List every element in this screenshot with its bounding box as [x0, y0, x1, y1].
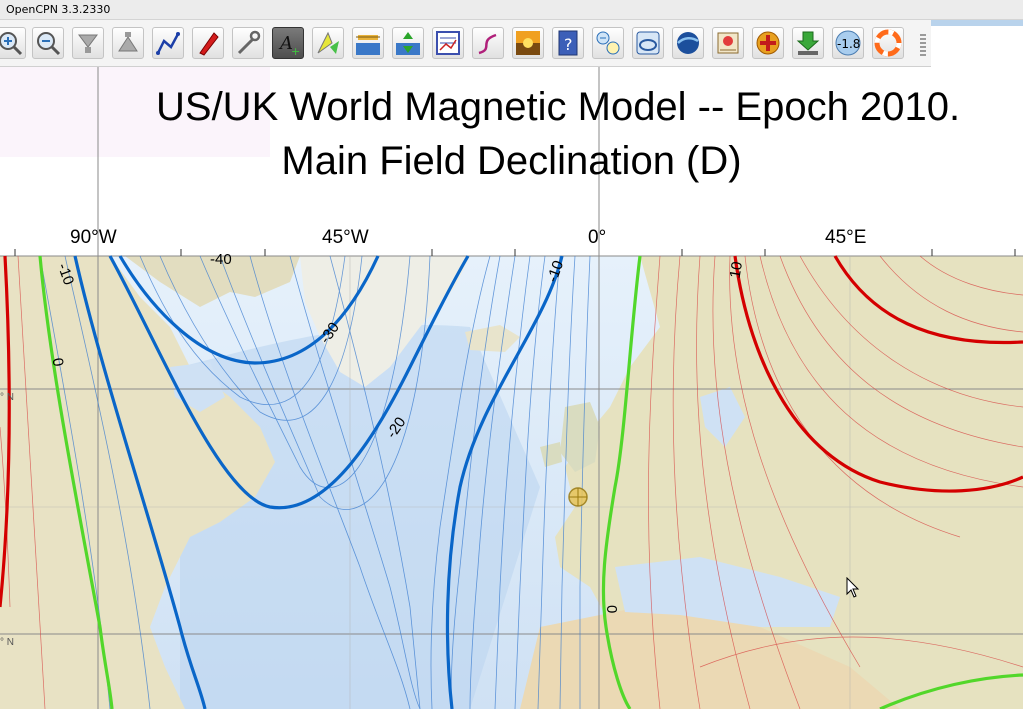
- contour-label-zero-east: 0: [603, 605, 620, 613]
- magnetic-variation-icon: -1.8: [835, 30, 861, 56]
- zoom-out-button[interactable]: [32, 27, 64, 59]
- scale-down-button[interactable]: [72, 27, 104, 59]
- contour-label-10: 10: [727, 260, 747, 279]
- ais-button[interactable]: [592, 27, 624, 59]
- zoom-in-button[interactable]: [0, 27, 26, 59]
- ship-button[interactable]: [192, 27, 224, 59]
- window-title: OpenCPN 3.3.2330: [6, 3, 111, 16]
- download-icon: [796, 31, 820, 55]
- map-title-line2: Main Field Declination (D): [281, 139, 742, 183]
- chart-catalog-button[interactable]: [632, 27, 664, 59]
- magnetic-variation-button[interactable]: -1.8: [832, 27, 864, 59]
- svg-text:?: ?: [564, 35, 573, 54]
- mob-target-icon: [756, 31, 780, 55]
- help-button[interactable]: ?: [552, 27, 584, 59]
- currents-button[interactable]: [392, 27, 424, 59]
- longitude-label-45e: 45°E: [825, 227, 867, 248]
- zoom-out-icon: [37, 32, 61, 56]
- scale-down-icon: [78, 34, 98, 53]
- current-button[interactable]: [312, 27, 344, 59]
- ship-icon: [199, 32, 219, 56]
- main-toolbar: A + ? -1.8: [0, 20, 931, 67]
- google-earth-icon: [677, 32, 699, 54]
- latitude-label-lower: ° N: [0, 637, 14, 648]
- settings-button[interactable]: [232, 27, 264, 59]
- currents-icon: [396, 32, 420, 55]
- download-button[interactable]: [792, 27, 824, 59]
- track-button[interactable]: [472, 27, 504, 59]
- logbook-button[interactable]: [712, 27, 744, 59]
- chart-canvas[interactable]: -40 -30 -20 -10 -10 0 0 10 ° N ° N US/UK…: [0, 67, 1023, 709]
- text-tool-button[interactable]: A +: [272, 27, 304, 59]
- toolbar-grip[interactable]: [920, 34, 926, 56]
- window-titlebar: OpenCPN 3.3.2330: [0, 0, 1023, 26]
- color-scheme-icon: [516, 31, 540, 55]
- zoom-in-icon: [0, 32, 23, 56]
- ais-icon: [596, 31, 620, 55]
- route-button[interactable]: [152, 27, 184, 59]
- chart-quilt-button[interactable]: [432, 27, 464, 59]
- scale-up-icon: [118, 32, 138, 52]
- contour-label-minus-40: -40: [210, 251, 232, 268]
- latitude-label-upper: ° N: [0, 392, 14, 403]
- route-icon: [156, 32, 180, 55]
- current-icon: [317, 31, 339, 54]
- settings-wrench-icon: [237, 30, 261, 55]
- longitude-label-0: 0°: [588, 227, 607, 248]
- logbook-icon: [717, 32, 739, 54]
- google-earth-button[interactable]: [672, 27, 704, 59]
- track-icon: [478, 33, 497, 55]
- scale-up-button[interactable]: [112, 27, 144, 59]
- longitude-label-90w: 90°W: [70, 227, 117, 248]
- longitude-label-45w: 45°W: [322, 227, 369, 248]
- mob-button[interactable]: [752, 27, 784, 59]
- tides-button[interactable]: [352, 27, 384, 59]
- magnetic-variation-value: -1.8: [837, 37, 860, 51]
- map-title-line1: US/UK World Magnetic Model -- Epoch 2010…: [156, 85, 961, 129]
- lifebuoy-button[interactable]: [872, 27, 904, 59]
- lifebuoy-icon: [874, 29, 902, 57]
- help-icon: ?: [558, 30, 578, 56]
- mouse-cursor-icon: [846, 577, 860, 598]
- titlebar-accent: [929, 20, 1023, 26]
- text-tool-icon: A+: [278, 33, 300, 57]
- chart-quilt-icon: [436, 31, 460, 55]
- svg-text:+: +: [291, 45, 300, 57]
- ownship-marker[interactable]: [568, 487, 588, 507]
- color-scheme-button[interactable]: [512, 27, 544, 59]
- chart-catalog-icon: [636, 31, 660, 55]
- tides-icon: [356, 35, 380, 55]
